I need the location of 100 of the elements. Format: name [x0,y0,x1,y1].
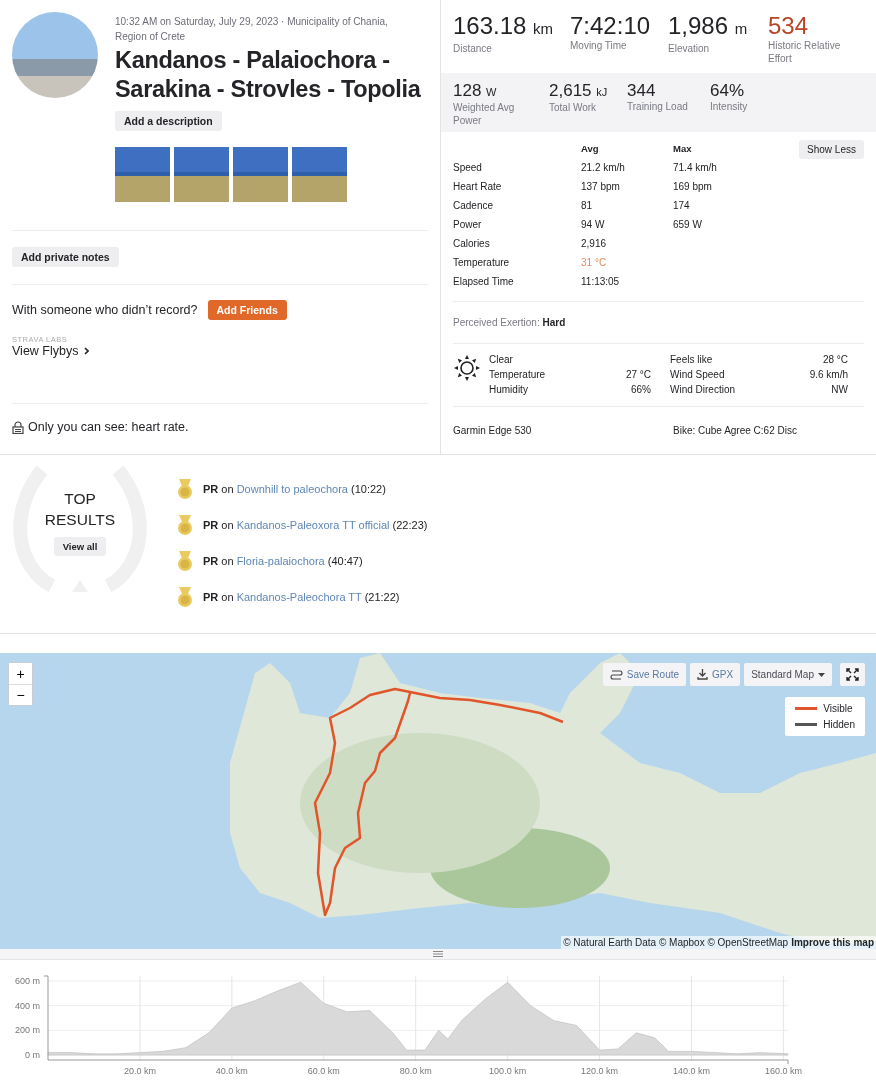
add-description-button[interactable]: Add a description [115,111,222,131]
stat-value: 163.18 [453,12,527,39]
stat-value: 64% [710,81,745,100]
weather-label: Temperature [489,369,547,381]
activity-title: Kandanos - Palaiochora - Sarakina - Strovles - Topolia [115,46,422,104]
photo-placeholder[interactable] [292,147,347,202]
save-route-button[interactable]: Save Route [602,663,687,686]
metric-avg: 94 W [581,218,606,231]
medal-icon [176,550,194,572]
stat-value: 2,615 [549,81,592,100]
stat-label: Intensity [710,101,749,114]
metric-avg: 31 °C [581,256,608,269]
y-tick-label: 0 m [25,1050,40,1061]
segment-link[interactable]: Downhill to paleochora [236,483,348,495]
stat-label: Training Load [627,101,689,114]
metric-label: Elapsed Time [453,275,515,288]
result-line: PR on Kandanos-Paleochora TT (21:22) [203,591,400,603]
activity-date-location: 10:32 AM on Saturday, July 29, 2023 · Municipality of Chania, Region of Crete [115,15,389,44]
metric-label: Power [453,218,483,231]
view-all-button[interactable]: View all [53,537,107,556]
x-tick-label: 140.0 km [672,1066,710,1076]
metric-label: Cadence [453,199,495,212]
result-line: PR on Downhill to paleochora (10:22) [203,483,386,495]
weather-label: Humidity [489,384,529,396]
photo-placeholder[interactable] [233,147,288,202]
segment-link[interactable]: Kandanos-Paleochora TT [236,591,362,603]
x-tick-label: 100.0 km [489,1066,527,1076]
result-line: PR on Floria-palaiochora (40:47) [203,555,363,567]
y-tick-label: 200 m [15,1025,40,1036]
x-tick-label: 120.0 km [581,1066,619,1076]
y-tick-label: 600 m [15,975,40,986]
friends-prompt: With someone who didn’t record? [12,303,198,317]
weather-value: NW [830,384,848,396]
perceived-exertion: Perceived Exertion: Hard [453,316,567,330]
metric-max: 169 bpm [673,180,713,193]
caret-down-icon [818,672,825,677]
download-icon [697,669,709,680]
metric-avg: 137 bpm [581,180,621,193]
column-header: Max [673,142,693,155]
y-tick-label: 400 m [15,1000,40,1011]
metric-max: 659 W [673,218,703,231]
stat-label: Elevation [668,43,711,56]
weather-value: 9.6 km/h [808,369,848,381]
device-name: Garmin Edge 530 [453,425,533,436]
photo-placeholder[interactable] [174,147,229,202]
bike-name: Bike: Cube Agree C:62 Disc [673,425,797,436]
metric-avg: 21.2 km/h [581,161,626,174]
map-style-dropdown[interactable]: Standard Map [744,663,832,686]
weather-condition: Clear [489,354,514,366]
x-tick-label: 80.0 km [399,1066,432,1076]
segment-link[interactable]: Floria-palaiochora [236,555,325,567]
weather-label: Feels like [670,354,714,366]
x-tick-label: 20.0 km [123,1066,156,1076]
gpx-download-button[interactable]: GPX [690,663,741,686]
metric-label: Calories [453,237,491,250]
lock-icon [12,420,24,434]
privacy-note: Only you can see: heart rate. [28,420,189,434]
x-tick-label: 160.0 km [764,1066,802,1076]
drag-handle-icon[interactable] [433,951,443,957]
medal-icon [176,514,194,536]
x-tick-label: 60.0 km [307,1066,340,1076]
legend-label: Visible [823,703,853,714]
metric-avg: 11:13:05 [581,275,621,288]
x-tick-label: 40.0 km [215,1066,248,1076]
top-results-title: TOP RESULTS [43,489,117,530]
fullscreen-icon [846,668,859,681]
segment-link[interactable]: Kandanos-Paleoxora TT official [236,519,390,531]
weather-label: Wind Direction [670,384,737,396]
weather-label: Wind Speed [670,369,726,381]
stat-value: 344 [627,81,656,100]
stat-unit: m [734,20,748,37]
improve-map-link[interactable]: Improve this map [791,937,874,948]
stat-unit: W [486,86,497,98]
legend-label: Hidden [823,719,855,730]
result-line: PR on Kandanos-Paleoxora TT official (22:23) [203,519,428,531]
sun-icon [453,354,481,382]
route-icon [609,669,623,680]
attribution-text: © Natural Earth Data © Mapbox © OpenStreetMap [563,937,789,948]
stat-label: Distance [453,43,493,56]
fullscreen-button[interactable] [840,663,865,686]
chevron-right-icon [84,347,90,355]
column-header: Avg [581,142,600,155]
show-less-button[interactable]: Show Less [799,140,864,159]
weather-value: 27 °C [624,369,651,381]
metric-avg: 81 [581,199,594,212]
metric-avg: 2,916 [581,237,608,250]
stat-value: 534 [768,12,809,39]
metric-label: Heart Rate [453,180,503,193]
zoom-out-button[interactable]: − [9,684,32,705]
stat-value: 128 [453,81,482,100]
stat-label: Weighted Avg Power [453,102,516,127]
medal-icon [176,586,194,608]
add-private-notes-button[interactable]: Add private notes [12,247,119,267]
metric-max: 174 [673,199,691,212]
metric-label: Temperature [453,256,511,269]
view-flybys-link[interactable]: View Flybys [12,344,79,358]
stat-unit: kJ [596,86,608,98]
weather-value: 28 °C [821,354,848,366]
stat-label: Moving Time [570,40,628,53]
photo-placeholder[interactable] [115,147,170,202]
